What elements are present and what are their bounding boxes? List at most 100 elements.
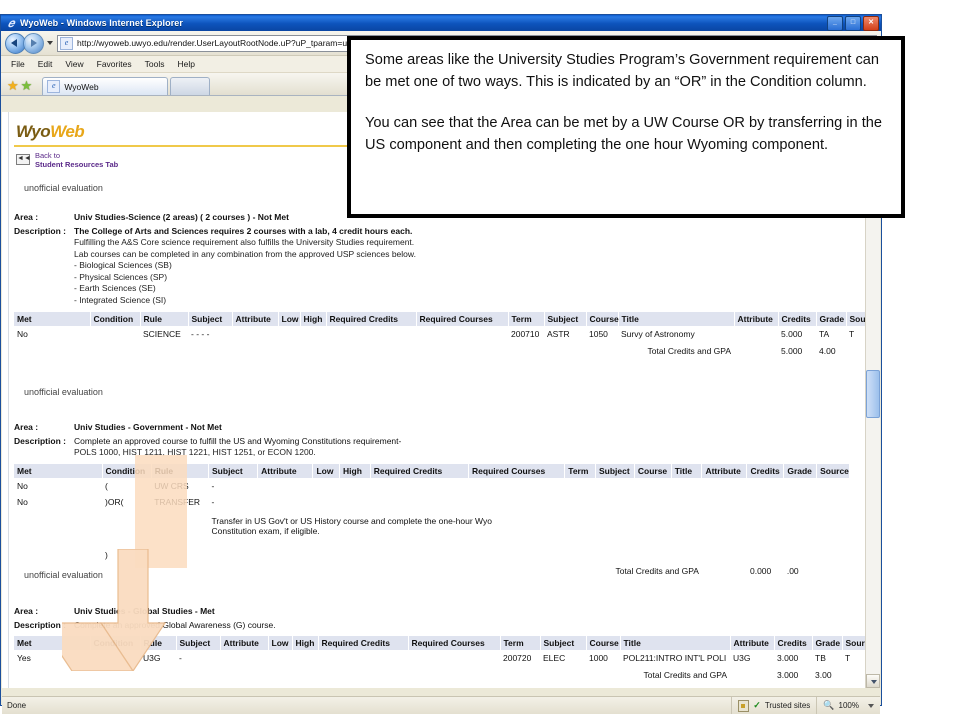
description-line: - Earth Sciences (SE) (74, 283, 156, 293)
menu-item-help[interactable]: Help (177, 59, 194, 69)
scroll-down-icon[interactable] (866, 674, 880, 688)
col-credits: Credits (746, 463, 785, 478)
col-high: High (292, 636, 319, 650)
favorites-star-icon[interactable]: ★ (7, 79, 19, 92)
cell-rule: SCIENCE (143, 329, 181, 339)
col-title: Title (671, 463, 703, 478)
col-subject: Subject (188, 312, 233, 326)
col-term: Term (500, 636, 541, 650)
page-favicon-icon (60, 36, 73, 50)
cell-credits: 5.000 (781, 329, 803, 339)
table-row: No SCIENCE - - - - 200710 ASTR 1050 Surv… (14, 326, 876, 343)
description-line: - Integrated Science (SI) (74, 294, 167, 305)
scrollbar-thumb[interactable] (866, 370, 880, 418)
col-low: Low (268, 636, 293, 650)
cell-term: 200720 (503, 653, 532, 663)
annotation-callout: Some areas like the University Studies P… (347, 36, 905, 218)
tab-wyoweb[interactable]: WyoWeb (42, 77, 169, 95)
logo-text-wyo: Wyo (16, 122, 51, 141)
cell-attribute (232, 326, 278, 343)
maximize-button[interactable]: □ (845, 16, 861, 31)
cell-course: 1000 (589, 653, 608, 663)
description-line: - Physical Sciences (SP) (74, 271, 168, 282)
zoom-control[interactable]: 🔍 100% (816, 697, 880, 714)
menu-item-tools[interactable]: Tools (145, 59, 165, 69)
description-line: Fulfilling the A&S Core science requirem… (74, 237, 415, 247)
cell-credits: 3.000 (777, 653, 799, 663)
total-credits: 0.000 (749, 566, 772, 576)
minimize-button[interactable]: _ (827, 16, 843, 31)
total-gpa: .00 (786, 566, 799, 576)
annotation-callout-body: Some areas like the University Studies P… (351, 40, 901, 214)
address-bar-value: http://wyoweb.uwyo.edu/render.UserLayout… (77, 38, 366, 48)
description-value: The College of Arts and Sciences require… (74, 226, 413, 236)
close-button[interactable]: ✕ (863, 16, 879, 31)
total-label: Total Credits and GPA (647, 345, 731, 356)
requirements-table: Met Condition Rule Subject Attribute Low… (14, 312, 878, 360)
area-value: Univ Studies-Science (2 areas) ( 2 cours… (74, 212, 289, 222)
cell-course-subject: ELEC (543, 653, 566, 663)
col-required-courses: Required Courses (416, 312, 509, 326)
magnifier-icon: 🔍 (823, 700, 835, 710)
add-favorite-star-icon[interactable]: ★ (21, 79, 33, 92)
col-attribute: Attribute (257, 463, 314, 478)
col-title: Title (618, 312, 735, 326)
annotation-paragraph-1: Some areas like the University Studies P… (365, 52, 879, 90)
chevron-down-icon[interactable] (868, 703, 874, 708)
back-link-label: Back to Student Resources Tab (35, 151, 119, 169)
cell-attribute (220, 650, 268, 667)
cell-high (292, 650, 318, 667)
chevron-down-icon[interactable] (47, 41, 53, 45)
col-title: Title (620, 636, 731, 650)
table-total-row: Total Credits and GPA 5.000 4.00 (14, 343, 876, 360)
menu-item-view[interactable]: View (65, 59, 83, 69)
menu-item-file[interactable]: File (11, 59, 25, 69)
col-credits: Credits (774, 636, 813, 650)
col-low: Low (312, 463, 341, 478)
cell-met: No (17, 497, 28, 507)
unofficial-evaluation-1: unofficial evaluation (24, 183, 103, 193)
lock-icon (738, 699, 750, 712)
annotation-paragraph-2: You can see that the Area can be met by … (365, 115, 883, 153)
menu-item-favorites[interactable]: Favorites (97, 59, 132, 69)
col-credits: Credits (778, 312, 817, 326)
col-required-credits: Required Credits (370, 463, 470, 478)
back-to-student-resources-link[interactable]: ◄◄ Back to Student Resources Tab (16, 151, 119, 169)
status-text: Done (7, 701, 27, 710)
window-controls: _ □ ✕ (827, 16, 879, 31)
cell-met: No (17, 480, 28, 491)
total-credits: 5.000 (781, 345, 803, 356)
cell-low (268, 650, 292, 667)
col-required-credits: Required Credits (326, 312, 417, 326)
back-arrows-icon: ◄◄ (16, 154, 31, 165)
cell-course-subject: ASTR (547, 329, 570, 339)
col-term: Term (564, 463, 596, 478)
col-required-courses: Required Courses (408, 636, 501, 650)
menu-item-edit[interactable]: Edit (38, 59, 53, 69)
col-grade: Grade (783, 463, 818, 478)
security-zone[interactable]: ✓ Trusted sites (731, 697, 816, 714)
col-low: Low (278, 312, 301, 326)
cell-required-courses (416, 326, 508, 343)
col-course-attribute: Attribute (734, 312, 779, 326)
back-link-line2: Student Resources Tab (35, 159, 119, 169)
col-met: Met (14, 463, 103, 478)
new-tab-button[interactable] (170, 77, 211, 95)
cell-required-courses (408, 650, 500, 667)
total-spacer (734, 343, 778, 360)
cell-course-attribute: U3G (733, 653, 751, 663)
forward-icon[interactable] (23, 32, 44, 54)
col-condition: Condition (90, 312, 141, 326)
screenshot-root: WyoWeb - Windows Internet Explorer _ □ ✕… (0, 0, 960, 720)
area-row: Area : Univ Studies - Government - Not M… (14, 422, 852, 433)
description-label: Description : (14, 226, 66, 236)
cell-required-credits (326, 326, 416, 343)
description-line: Lab courses can be completed in any comb… (74, 248, 416, 259)
check-icon: ✓ (753, 700, 761, 710)
total-gpa: 3.00 (815, 669, 832, 680)
col-met: Met (14, 312, 91, 326)
area-block-science: Area : Univ Studies-Science (2 areas) ( … (14, 212, 878, 359)
cell-term: 200710 (511, 329, 540, 339)
col-grade: Grade (812, 636, 843, 650)
wyoweb-logo: WyoWeb (16, 122, 85, 142)
